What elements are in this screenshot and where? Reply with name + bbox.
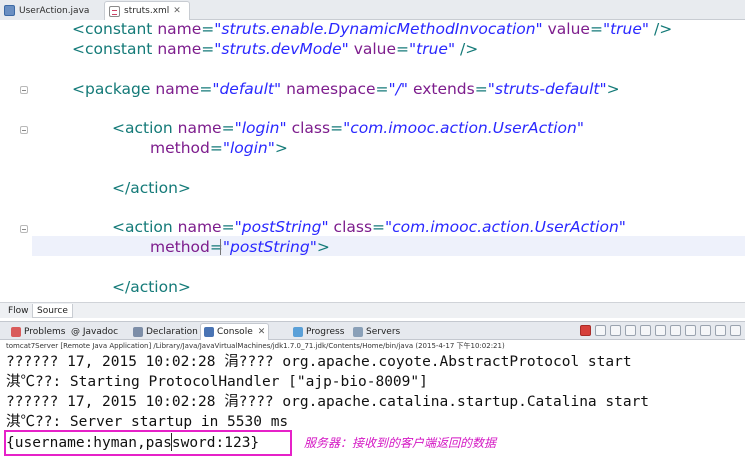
fold-toggle-icon[interactable] — [20, 126, 28, 134]
console-line: ?????? 17, 2015 10:02:28 涓???? org.apach… — [6, 354, 632, 370]
fold-toggle-icon[interactable] — [20, 86, 28, 94]
declaration-icon — [133, 326, 143, 337]
tab-problems[interactable]: Problems — [8, 323, 68, 340]
tab-progress[interactable]: Progress — [290, 323, 347, 340]
minimize-icon[interactable] — [715, 325, 726, 336]
console-icon — [204, 327, 214, 337]
scroll-lock-icon[interactable] — [640, 325, 651, 336]
tab-struts-xml[interactable]: struts.xml ✕ — [104, 1, 190, 20]
problems-icon — [11, 326, 21, 337]
tab-declaration[interactable]: Declaration — [130, 323, 201, 340]
open-console-icon[interactable] — [700, 325, 711, 336]
word-wrap-icon[interactable] — [655, 325, 666, 336]
text-cursor — [171, 433, 172, 451]
code-line-9: </action> — [112, 278, 191, 296]
annotation-note: 服务器：接收到的客户端返回的数据 — [304, 436, 497, 450]
tab-console[interactable]: Console ✕ — [200, 323, 270, 340]
code-line-1: <constant name="struts.enable.DynamicMet… — [72, 20, 673, 38]
tab-useraction-java[interactable]: UserAction.java — [0, 1, 104, 20]
fold-toggle-icon[interactable] — [20, 225, 28, 233]
servers-icon — [353, 326, 363, 337]
code-line-8: method="postString"> — [150, 238, 330, 256]
code-line-6: </action> — [112, 179, 191, 197]
clear-console-icon[interactable] — [625, 325, 636, 336]
console-line: 淇℃??: Server startup in 5530 ms — [6, 414, 289, 430]
code-line-5: method="login"> — [150, 139, 288, 157]
progress-icon — [293, 326, 303, 337]
code-editor[interactable]: <constant name="struts.enable.DynamicMet… — [0, 20, 745, 302]
text-cursor — [220, 239, 221, 255]
console-line: ?????? 17, 2015 10:02:28 涓???? org.apach… — [6, 394, 650, 410]
tab-source[interactable]: Source — [32, 304, 73, 318]
console-header: tomcat7Server [Remote Java Application] … — [6, 342, 505, 350]
tab-label: UserAction.java — [19, 5, 90, 16]
terminate-icon[interactable] — [580, 325, 591, 336]
tab-flow[interactable]: Flow — [4, 304, 33, 318]
close-icon[interactable]: ✕ — [173, 6, 181, 16]
pin-console-icon[interactable] — [670, 325, 681, 336]
code-line-3: <package name="default" namespace="/" ex… — [72, 80, 620, 98]
flow-source-bar: Flow Source — [0, 302, 745, 318]
code-line-7: <action name="postString" class="com.imo… — [112, 218, 626, 236]
tab-javadoc[interactable]: @ Javadoc — [68, 323, 121, 340]
code-line-4: <action name="login" class="com.imooc.ac… — [112, 119, 584, 137]
xml-file-icon — [109, 5, 120, 17]
console-toolbar — [580, 325, 741, 338]
current-line-highlight — [32, 236, 745, 256]
remove-launch-icon[interactable] — [595, 325, 606, 336]
tab-label: struts.xml — [124, 6, 170, 16]
console-output[interactable]: ?????? 17, 2015 10:02:28 涓???? org.apach… — [0, 352, 745, 458]
tab-servers[interactable]: Servers — [350, 323, 403, 340]
code-line-2: <constant name="struts.devMode" value="t… — [72, 40, 479, 58]
remove-all-icon[interactable] — [610, 325, 621, 336]
bottom-view-tabs: Problems @ Javadoc Declaration Console ✕… — [0, 321, 745, 340]
display-console-icon[interactable] — [685, 325, 696, 336]
maximize-icon[interactable] — [730, 325, 741, 336]
java-file-icon — [4, 5, 15, 16]
highlight-box — [4, 430, 292, 456]
close-icon[interactable]: ✕ — [258, 327, 266, 337]
editor-gutter — [0, 20, 32, 302]
editor-tab-bar: UserAction.java struts.xml ✕ — [0, 0, 745, 20]
console-line: 淇℃??: Starting ProtocolHandler ["ajp-bio… — [6, 374, 428, 390]
